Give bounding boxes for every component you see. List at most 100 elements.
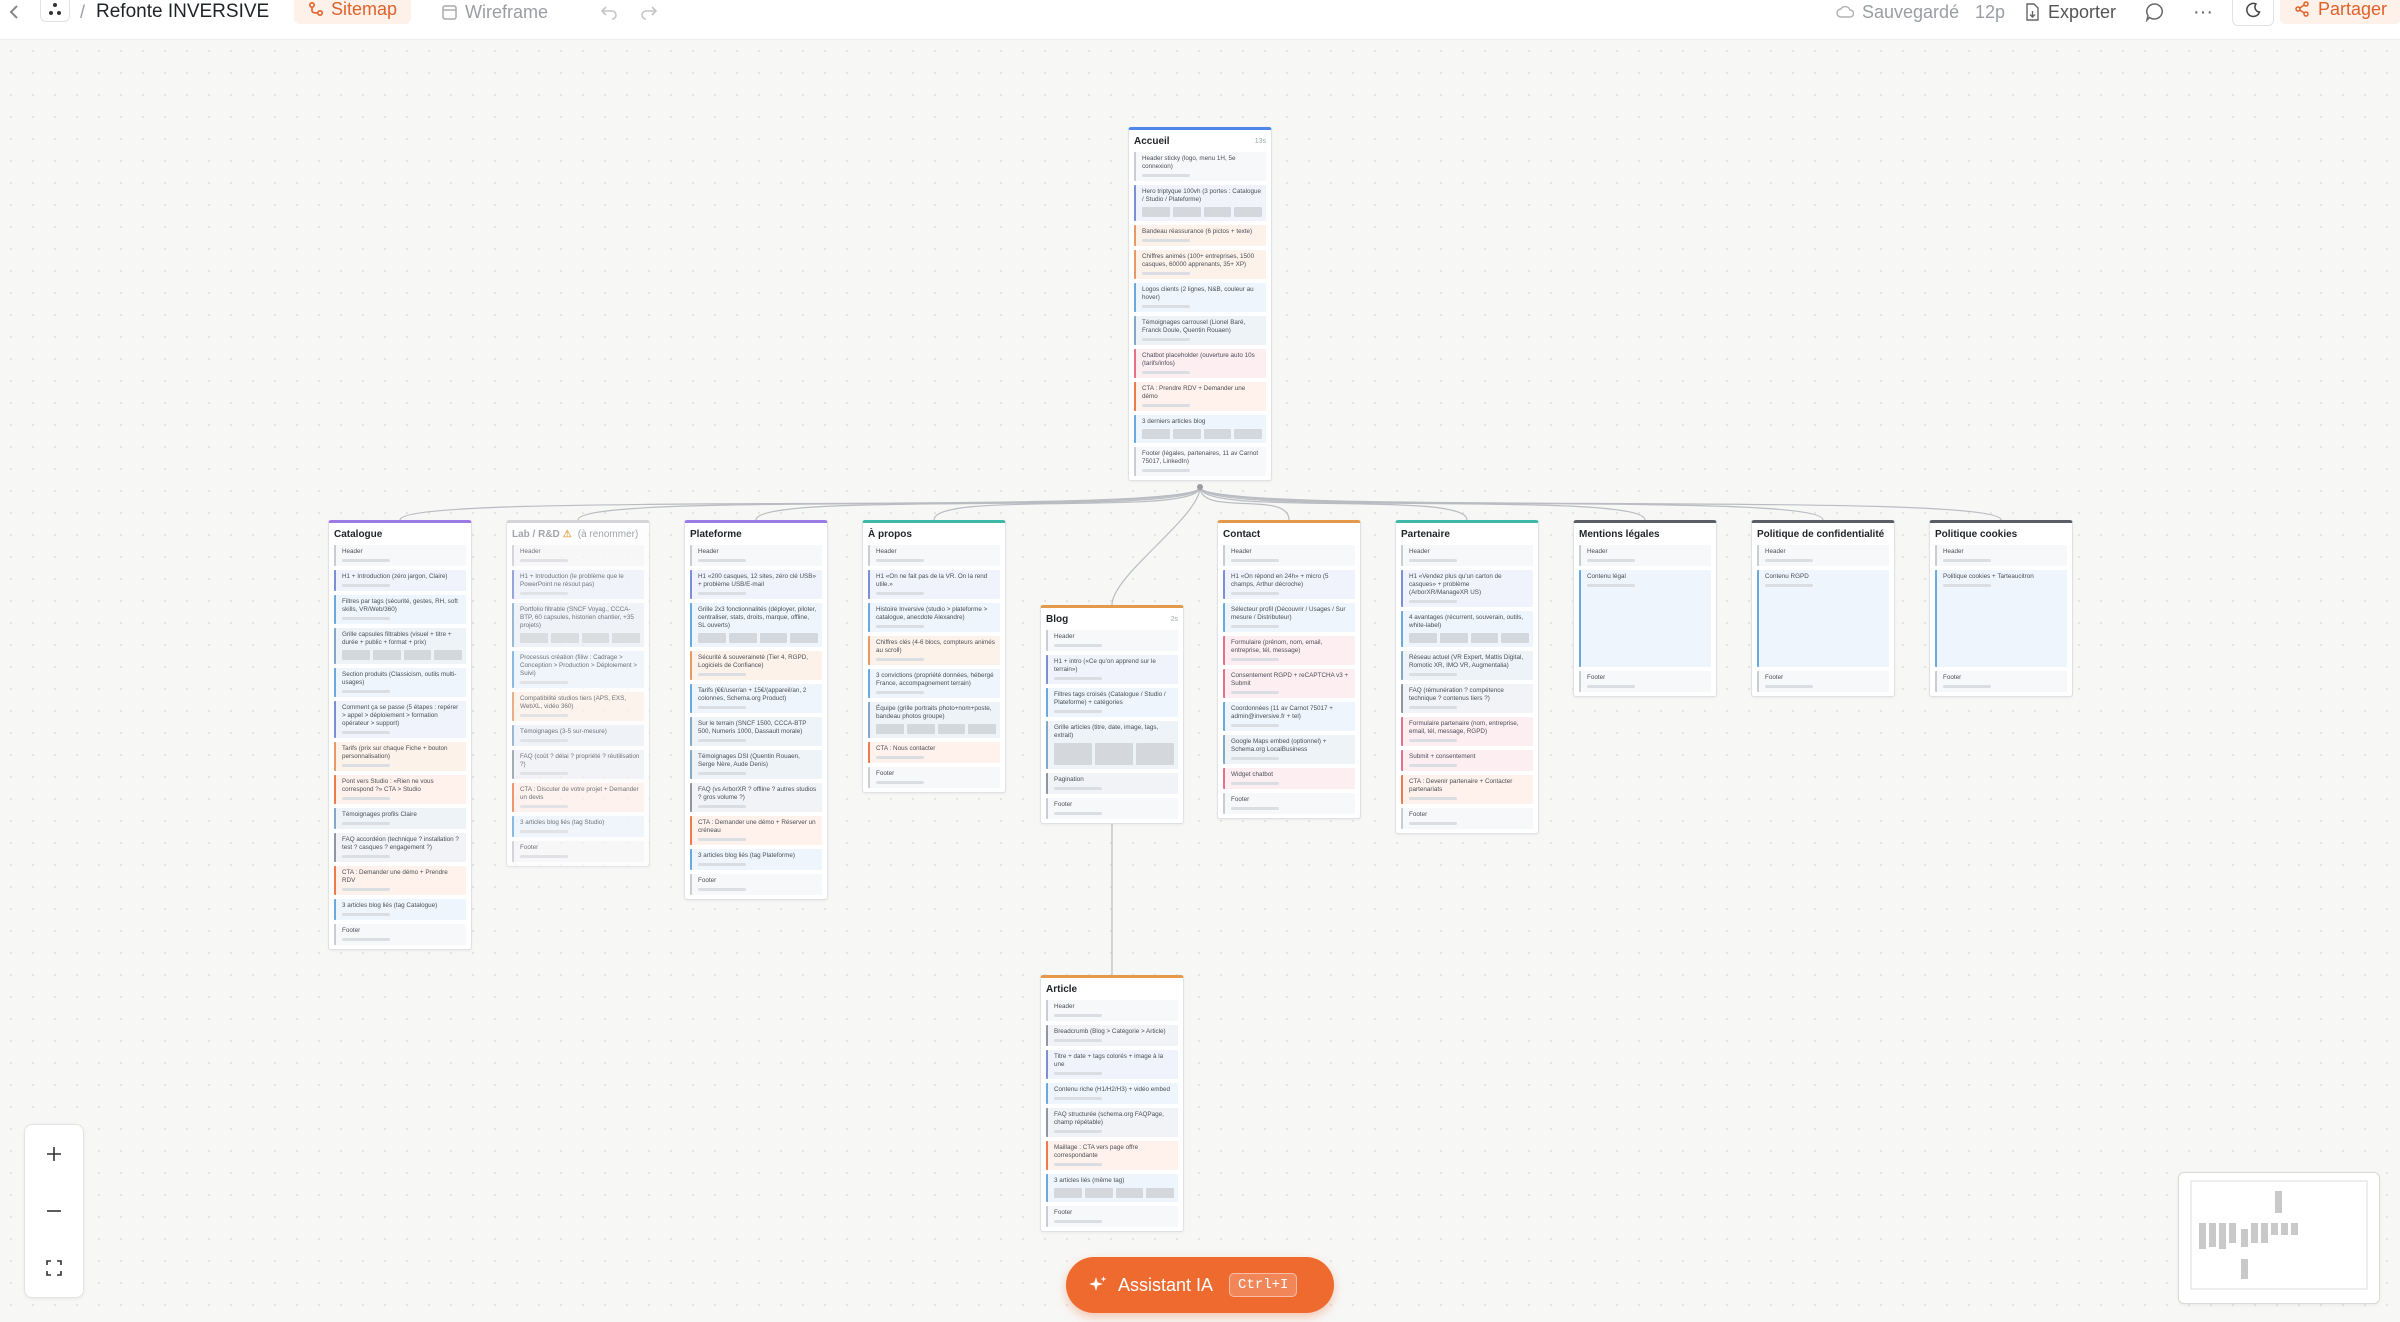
section-block[interactable]: Titre + date + tags colorés + image à la…	[1046, 1050, 1178, 1079]
section-block[interactable]: Chiffres clés (4-6 blocs, compteurs anim…	[868, 636, 1000, 665]
app-logo-icon[interactable]	[40, 0, 70, 22]
section-block[interactable]: Filtres tags croisés (Catalogue / Studio…	[1046, 688, 1178, 717]
section-block[interactable]: Portfolio filtrable (SNCF Voyag., CCCA-B…	[512, 603, 644, 647]
section-block[interactable]: H1 «Vendez plus qu'un carton de casques»…	[1401, 570, 1533, 607]
section-block[interactable]: Footer	[512, 841, 644, 862]
section-block[interactable]: Footer	[1401, 808, 1533, 829]
section-block[interactable]: Footer (légales, partenaires, 11 av Carn…	[1134, 447, 1266, 476]
section-block[interactable]: H1 + intro («Ce qu'on apprend sur le ter…	[1046, 655, 1178, 684]
section-block[interactable]: Témoignages carrousel (Lionel Baré, Fran…	[1134, 316, 1266, 345]
dark-mode-icon[interactable]	[2232, 0, 2274, 26]
section-block[interactable]: Google Maps embed (optionnel) + Schema.o…	[1223, 735, 1355, 764]
section-block[interactable]: CTA : Nous contacter	[868, 742, 1000, 763]
tab-wireframe[interactable]: Wireframe	[442, 0, 548, 24]
section-block[interactable]: 3 articles blog liés (tag Studio)	[512, 816, 644, 837]
section-block[interactable]: Header	[1935, 545, 2067, 566]
section-block[interactable]: 3 articles blog liés (tag Plateforme)	[690, 849, 822, 870]
section-block[interactable]: H1 «On répond en 24h» + micro (5 champs,…	[1223, 570, 1355, 599]
section-block[interactable]: H1 + Introduction (zéro jargon, Claire)	[334, 570, 466, 591]
redo-icon[interactable]	[640, 0, 658, 24]
section-block[interactable]: Submit + consentement	[1401, 750, 1533, 771]
section-block[interactable]: CTA : Devenir partenaire + Contacter par…	[1401, 775, 1533, 804]
section-block[interactable]: Processus création (filiw : Cadrage > Co…	[512, 651, 644, 688]
section-block[interactable]: Sélecteur profil (Découvrir / Usages / S…	[1223, 603, 1355, 632]
section-block[interactable]: Équipe (grille portraits photo+nom+poste…	[868, 702, 1000, 738]
section-block[interactable]: Footer	[1046, 1206, 1178, 1227]
page-card-contact[interactable]: Contact Header H1 «On répond en 24h» + mic…	[1217, 520, 1361, 819]
section-block[interactable]: Chatbot placeholder (ouverture auto 10s …	[1134, 349, 1266, 378]
section-block[interactable]: H1 + Introduction (le problème que le Po…	[512, 570, 644, 599]
section-block[interactable]: Contenu légal	[1579, 570, 1711, 667]
section-block[interactable]: Header	[1046, 1000, 1178, 1021]
section-block[interactable]: Politique cookies + Tarteaucitron	[1935, 570, 2067, 667]
section-block[interactable]: Filtres par tags (sécurité, gestes, RH, …	[334, 595, 466, 624]
zoom-out-button[interactable]	[25, 1182, 83, 1239]
undo-icon[interactable]	[600, 0, 618, 24]
section-block[interactable]: 3 articles blog liés (tag Catalogue)	[334, 899, 466, 920]
minimap[interactable]	[2178, 1172, 2380, 1304]
section-block[interactable]: 3 derniers articles blog	[1134, 415, 1266, 443]
page-card-cookies[interactable]: Politique cookies Header Politique cookies…	[1929, 520, 2073, 697]
page-card-partenaire[interactable]: Partenaire Header H1 «Vendez plus qu'un ca…	[1395, 520, 1539, 834]
section-block[interactable]: Chiffres animés (100+ entreprises, 1500 …	[1134, 250, 1266, 279]
section-block[interactable]: Histoire Inversive (studio > plateforme …	[868, 603, 1000, 632]
section-block[interactable]: Header	[1579, 545, 1711, 566]
section-block[interactable]: FAQ (coût ? délai ? propriété ? réutilis…	[512, 750, 644, 779]
section-block[interactable]: Footer	[1935, 671, 2067, 692]
section-block[interactable]: Header	[690, 545, 822, 566]
section-block[interactable]: Tarifs (€€/user/an + 15€/(appareil/an, 2…	[690, 684, 822, 713]
section-block[interactable]: Header	[1046, 630, 1178, 651]
section-block[interactable]: FAQ (vs ArborXR ? offline ? autres studi…	[690, 783, 822, 812]
fit-view-button[interactable]	[25, 1239, 83, 1296]
section-block[interactable]: Consentement RGPD + reCAPTCHA v3 + Submi…	[1223, 669, 1355, 698]
section-block[interactable]: CTA : Demander une démo + Prendre RDV	[334, 866, 466, 895]
section-block[interactable]: 3 articles liés (même tag)	[1046, 1174, 1178, 1202]
section-block[interactable]: Contenu riche (H1/H2/H3) + vidéo embed	[1046, 1083, 1178, 1104]
section-block[interactable]: 3 convictions (propriété données, héberg…	[868, 669, 1000, 698]
section-block[interactable]: Header	[512, 545, 644, 566]
section-block[interactable]: Logos clients (2 lignes, N&B, couleur au…	[1134, 283, 1266, 312]
section-block[interactable]: H1 «200 casques, 12 sites, zéro clé USB»…	[690, 570, 822, 599]
page-card-lab[interactable]: Lab / R&D ⚠ (à renommer) Header H1 + Introdu…	[506, 520, 650, 867]
section-block[interactable]: FAQ (rémunération ? compétence technique…	[1401, 684, 1533, 713]
project-title[interactable]: Refonte INVERSIVE	[96, 0, 269, 24]
back-chevron-icon[interactable]	[8, 0, 20, 24]
section-block[interactable]: Sur le terrain (SNCF 1500, CCCA-BTP 500,…	[690, 717, 822, 746]
section-block[interactable]: Maillage : CTA vers page offre correspon…	[1046, 1141, 1178, 1170]
page-card-mentions[interactable]: Mentions légales Header Contenu légal Foote…	[1573, 520, 1717, 697]
comments-icon[interactable]	[2145, 0, 2165, 24]
section-block[interactable]: Grille 2x3 fonctionnalités (déployer, pi…	[690, 603, 822, 647]
section-block[interactable]: Coordonnées (11 av Carnot 75017 + admin@…	[1223, 702, 1355, 731]
section-block[interactable]: Témoignages (3-5 sur-mesure)	[512, 725, 644, 746]
section-block[interactable]: Grille capsules filtrables (visuel + tit…	[334, 628, 466, 664]
page-card-accueil[interactable]: Accueil 13s Header sticky (logo, menu 1H, …	[1128, 127, 1272, 481]
section-block[interactable]: Header sticky (logo, menu 1H, 5e connexi…	[1134, 152, 1266, 181]
section-block[interactable]: Compatibilité studios tiers (APS, EXS, W…	[512, 692, 644, 721]
section-block[interactable]: Header	[1401, 545, 1533, 566]
export-button[interactable]: Exporter	[2024, 0, 2116, 24]
share-button[interactable]: Partager	[2280, 0, 2400, 24]
section-block[interactable]: Footer	[1223, 793, 1355, 814]
section-block[interactable]: Footer	[1757, 671, 1889, 692]
more-options-icon[interactable]: ···	[2193, 0, 2213, 24]
section-block[interactable]: 4 avantages (récurrent, souverain, outil…	[1401, 611, 1533, 647]
section-block[interactable]: Header	[334, 545, 466, 566]
section-block[interactable]: Contenu RGPD	[1757, 570, 1889, 667]
section-block[interactable]: Header	[1223, 545, 1355, 566]
page-card-article[interactable]: Article Header Breadcrumb (Blog > Catégori…	[1040, 975, 1184, 1232]
section-block[interactable]: Bandeau réassurance (6 pictos + texte)	[1134, 225, 1266, 246]
section-block[interactable]: Grille articles (titre, date, image, tag…	[1046, 721, 1178, 769]
section-block[interactable]: Hero triptyque 100vh (3 portes : Catalog…	[1134, 185, 1266, 221]
section-block[interactable]: Témoignages DSI (Quentin Rouaen, Serge N…	[690, 750, 822, 779]
section-block[interactable]: Formulaire partenaire (nom, entreprise, …	[1401, 717, 1533, 746]
section-block[interactable]: Footer	[690, 874, 822, 895]
page-card-apropos[interactable]: À propos Header H1 «On ne fait pas de la V…	[862, 520, 1006, 793]
section-block[interactable]: CTA : Discuter de votre projet + Demande…	[512, 783, 644, 812]
section-block[interactable]: Header	[868, 545, 1000, 566]
page-card-catalogue[interactable]: Catalogue Header H1 + Introduction (zéro j…	[328, 520, 472, 950]
zoom-in-button[interactable]	[25, 1125, 83, 1182]
section-block[interactable]: Footer	[334, 924, 466, 945]
section-block[interactable]: Formulaire (prénom, nom, email, entrepri…	[1223, 636, 1355, 665]
tab-sitemap[interactable]: Sitemap	[294, 0, 412, 24]
section-block[interactable]: Témoignages profils Claire	[334, 808, 466, 829]
